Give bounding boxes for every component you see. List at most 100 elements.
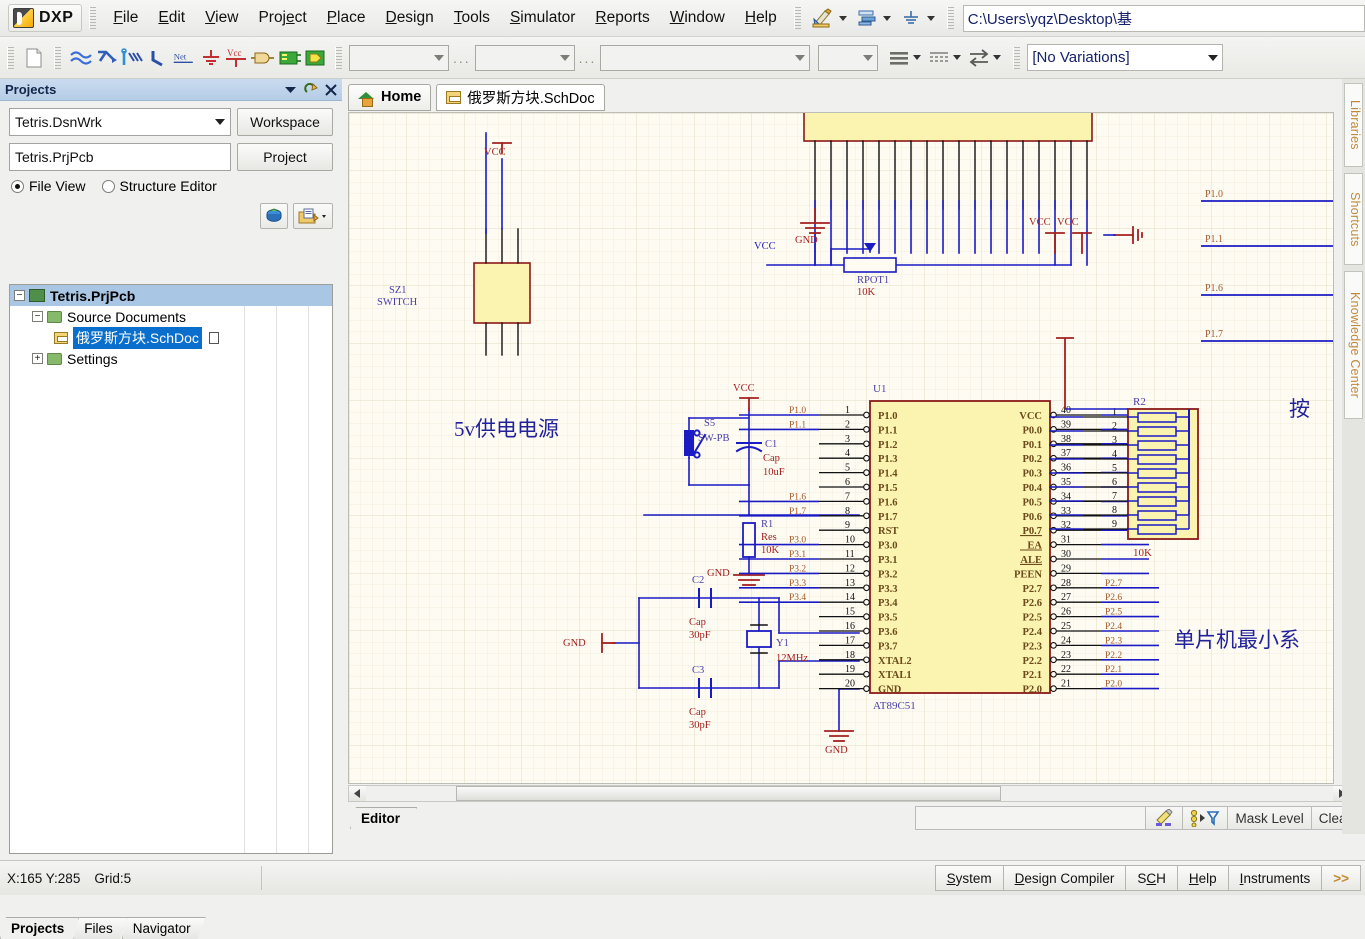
svg-text:10uF: 10uF	[763, 467, 785, 478]
horizontal-scroll-thumb[interactable]	[456, 786, 1001, 801]
svg-text:SWITCH: SWITCH	[377, 297, 418, 308]
radio-file-view[interactable]: File View	[11, 178, 86, 194]
right-tab-knowledge-center[interactable]: Knowledge Center	[1344, 271, 1363, 419]
tree-item-source-documents[interactable]: − Source Documents	[10, 306, 332, 327]
sheet-entry-icon[interactable]	[302, 45, 328, 71]
workspace-button[interactable]: Workspace	[237, 108, 333, 136]
tree-item-project[interactable]: − Tetris.PrjPcb	[10, 285, 332, 306]
grid-value: Grid:5	[80, 871, 131, 886]
panel-tab-navigator[interactable]: Navigator	[122, 917, 206, 939]
path-gripper[interactable]	[947, 7, 954, 29]
pin-icon[interactable]	[304, 83, 318, 96]
tree-item-schematic-doc[interactable]: 俄罗斯方块.SchDoc	[10, 327, 332, 348]
menu-item-simulator[interactable]: Simulator	[500, 4, 585, 32]
svg-text:RPOT1: RPOT1	[857, 275, 889, 286]
sheet-symbol-icon[interactable]	[276, 45, 302, 71]
ruler-pencil-icon[interactable]	[810, 6, 836, 30]
menu-item-place[interactable]: Place	[317, 4, 376, 32]
menu-item-design[interactable]: Design	[375, 4, 443, 32]
net-line-icon[interactable]	[146, 45, 172, 71]
menu-item-window[interactable]: Window	[660, 4, 735, 32]
document-tab-home[interactable]: Home	[348, 84, 431, 111]
close-icon[interactable]	[325, 84, 337, 96]
compile-icon[interactable]	[260, 203, 288, 229]
sch-button[interactable]: SCH	[1125, 865, 1177, 891]
expander-icon-source-documents[interactable]: −	[32, 311, 43, 322]
new-document-icon[interactable]	[21, 45, 47, 71]
svg-text:10K: 10K	[857, 287, 876, 298]
toolbar-gripper-b[interactable]	[54, 47, 61, 69]
document-tab-schdoc[interactable]: 俄罗斯方块.SchDoc	[436, 84, 604, 111]
svg-text:7: 7	[845, 491, 850, 502]
system-button[interactable]: System	[935, 865, 1003, 891]
help-button[interactable]: Help	[1177, 865, 1228, 891]
combo-1-ellipsis[interactable]: ...	[449, 50, 475, 66]
toolbar-gripper-d[interactable]	[1013, 47, 1020, 69]
project-tree[interactable]: − Tetris.PrjPcb − Source Documents 俄罗斯方块…	[9, 284, 333, 854]
menu-item-tools[interactable]: Tools	[444, 4, 500, 32]
menu-item-help[interactable]: Help	[735, 4, 787, 32]
svg-text:GND: GND	[707, 568, 730, 579]
layers-icon[interactable]	[854, 6, 880, 30]
bus-entry-icon[interactable]	[120, 45, 146, 71]
vcc-power-port-icon[interactable]: Vcc	[224, 45, 250, 71]
menu-item-project[interactable]: Project	[248, 4, 316, 32]
document-path-field[interactable]: C:\Users\yqz\Desktop\基	[963, 5, 1365, 32]
variation-selector[interactable]: [No Variations]	[1027, 44, 1223, 71]
part-icon[interactable]	[250, 45, 276, 71]
workspace-combo[interactable]: Tetris.DsnWrk	[9, 108, 231, 136]
highlight-pen-icon[interactable]	[1145, 806, 1182, 830]
menu-item-edit[interactable]: Edit	[148, 4, 195, 32]
svg-text:P1.6: P1.6	[878, 497, 898, 508]
menu-item-view[interactable]: View	[195, 4, 248, 32]
ground-symbol-icon[interactable]	[898, 6, 924, 30]
toolbar-combo-3[interactable]	[600, 45, 810, 71]
chevron-down-icon-2[interactable]	[883, 16, 891, 21]
project-button[interactable]: Project	[237, 143, 333, 171]
project-field[interactable]: Tetris.PrjPcb	[9, 143, 231, 171]
toolbar-gripper-a[interactable]	[7, 47, 14, 69]
chevron-down-icon-panel[interactable]	[284, 85, 297, 95]
design-compiler-button[interactable]: Design Compiler	[1003, 865, 1126, 891]
net-label-icon[interactable]: Net	[172, 45, 198, 71]
mask-filter-icon[interactable]	[1182, 806, 1227, 830]
chevron-down-icon-grid[interactable]	[953, 55, 961, 60]
scroll-left-icon[interactable]	[349, 786, 366, 801]
chevron-down-icon-1[interactable]	[839, 16, 847, 21]
radio-structure-editor[interactable]: Structure Editor	[102, 178, 217, 194]
menu-item-file[interactable]: File	[103, 4, 148, 32]
toolbar-combo-4[interactable]	[818, 45, 878, 71]
mask-level-button[interactable]: Mask Level	[1227, 806, 1310, 830]
toolbar-gripper-c[interactable]	[335, 47, 342, 69]
swap-icon[interactable]	[966, 45, 992, 71]
home-icon	[358, 90, 375, 105]
tree-item-settings[interactable]: + Settings	[10, 348, 332, 369]
toolbar-gripper-1[interactable]	[794, 7, 801, 29]
expander-icon-project[interactable]: −	[14, 290, 25, 301]
open-document-icon[interactable]	[293, 203, 333, 229]
grid-icon[interactable]	[926, 45, 952, 71]
right-tab-shortcuts[interactable]: Shortcuts	[1344, 173, 1363, 265]
right-tab-libraries[interactable]: Libraries	[1344, 83, 1363, 167]
list-icon[interactable]	[886, 45, 912, 71]
toolbar-combo-1[interactable]	[349, 45, 449, 71]
instruments-button[interactable]: Instruments	[1228, 865, 1322, 891]
combo-2-ellipsis[interactable]: ...	[575, 50, 601, 66]
toolbar-combo-2[interactable]	[475, 45, 575, 71]
chevron-down-icon-list[interactable]	[913, 55, 921, 60]
dxp-menu-button[interactable]: DXP	[8, 4, 82, 32]
editor-tab[interactable]: Editor	[350, 807, 417, 829]
expander-icon-settings[interactable]: +	[32, 353, 43, 364]
bus-icon[interactable]	[94, 45, 120, 71]
chevron-down-icon-swap[interactable]	[993, 55, 1001, 60]
menu-gripper[interactable]	[89, 7, 96, 29]
wire-icon[interactable]	[68, 45, 94, 71]
chevron-down-icon-3[interactable]	[927, 16, 935, 21]
panel-tab-projects[interactable]: Projects	[0, 917, 79, 939]
menu-item-reports[interactable]: Reports	[585, 4, 659, 32]
panel-tab-files[interactable]: Files	[73, 917, 128, 939]
gnd-power-port-icon[interactable]	[198, 45, 224, 71]
more-panels-button[interactable]: >>	[1321, 865, 1361, 891]
schematic-canvas[interactable]: P1.01P1.0P1.12P1.1P1.23P1.34P1.45P1.56P1…	[348, 112, 1334, 784]
svg-text:P2.2: P2.2	[1022, 656, 1042, 667]
